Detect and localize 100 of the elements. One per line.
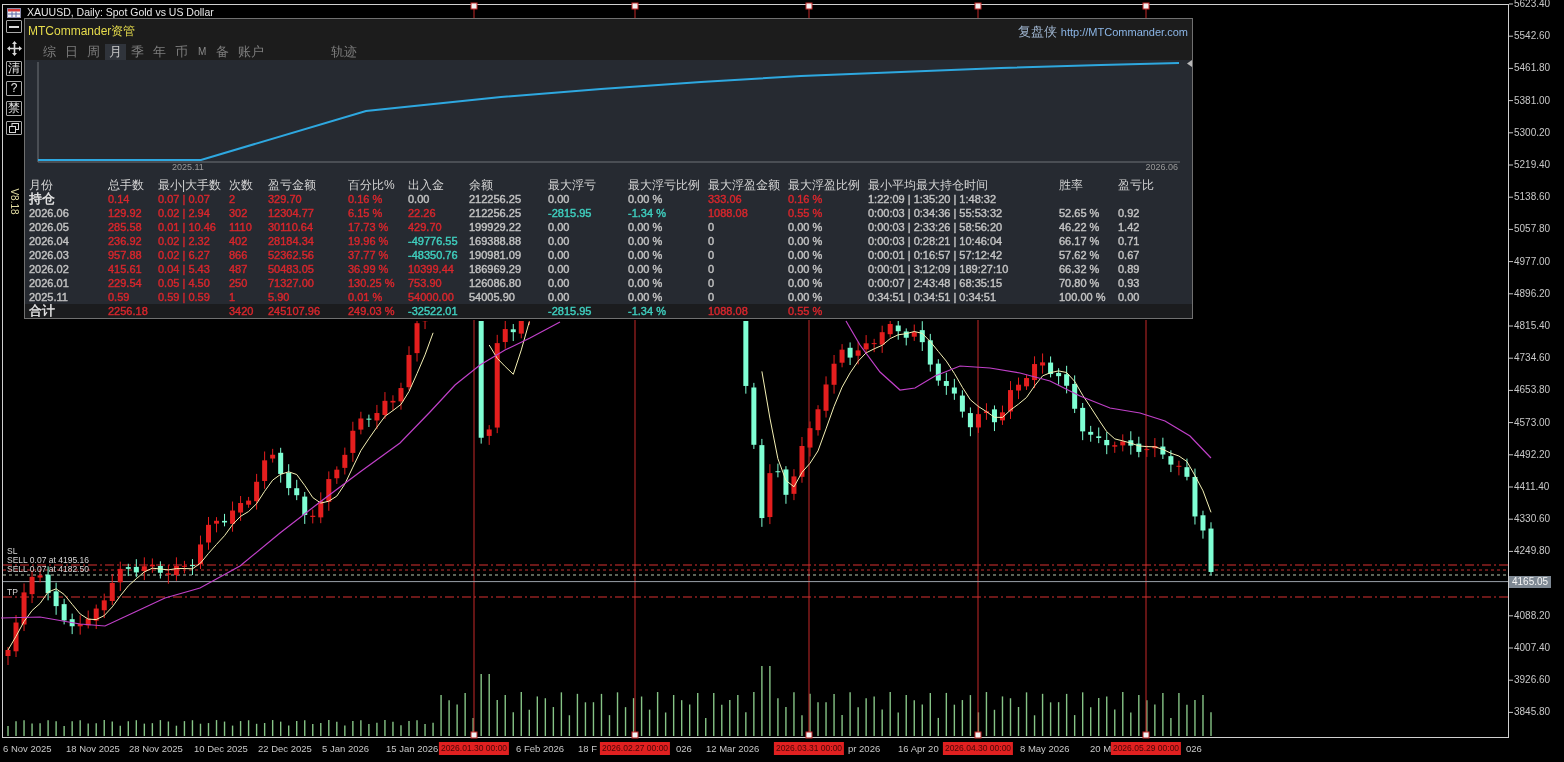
table-cell-text: 0 <box>708 276 716 290</box>
table-cell-text: 0.00 % <box>788 262 824 276</box>
table-cell-text: 0.02 | 6.27 <box>158 248 211 262</box>
table-cell-text: 1:22:09 | 1:35:20 | 1:48:32 <box>868 192 998 206</box>
table-cell-text: -1.34 % <box>628 304 667 318</box>
table-cell-text: 0:00:07 | 2:43:48 | 68:35:15 <box>868 276 1004 290</box>
date-label: 18 Nov 2025 <box>66 742 120 755</box>
table-cell-text: 36.99 % <box>348 262 390 276</box>
table-cell-text: 19.96 % <box>348 234 390 248</box>
column-header: 胜率 <box>1059 178 1084 192</box>
table-cell-text: 0.01 % <box>348 290 384 304</box>
period-tab[interactable]: 季 <box>127 44 148 60</box>
table-cell-text: 0 <box>708 290 716 304</box>
table-cell-text: 0.55 % <box>788 304 824 318</box>
table-cell-text: 0.59 | 0.59 <box>158 290 211 304</box>
move-icon[interactable] <box>6 41 22 56</box>
table-cell-text: 957.88 <box>108 248 143 262</box>
price-label: 5542.60 <box>1514 30 1551 43</box>
price-label: 4007.40 <box>1514 642 1551 654</box>
table-cell-text: 0.00 <box>408 192 431 206</box>
minimize-button[interactable] <box>6 20 22 33</box>
table-cell-text: 0.00 % <box>628 234 664 248</box>
price-label: 5057.80 <box>1514 223 1551 236</box>
table-cell-text: 2026.05 <box>29 220 70 234</box>
price-label: 5461.80 <box>1514 62 1551 75</box>
date-marker-label: 2026.02.27 00:00 <box>599 742 671 755</box>
date-label: 026 <box>676 742 692 755</box>
table-cell-text: 0.05 | 4.50 <box>158 276 211 290</box>
column-header: 最大浮盈金额 <box>708 178 781 192</box>
price-label: 4088.20 <box>1514 609 1551 622</box>
date-marker-label: 2026.04.30 00:00 <box>942 742 1014 755</box>
table-cell-text: 130.25 % <box>348 276 396 290</box>
table-cell-text: 0.55 % <box>788 206 824 220</box>
table-cell-text: 37.77 % <box>348 248 390 262</box>
table-cell-text: 54005.90 <box>469 290 516 304</box>
period-tab[interactable]: 日 <box>61 44 82 60</box>
table-cell-text: 2 <box>229 192 237 206</box>
table-cell-text: 0.00 % <box>788 220 824 234</box>
table-cell-text: 415.61 <box>108 262 143 276</box>
table-cell-text: -2815.95 <box>548 304 593 318</box>
column-header: 最小|大手数 <box>158 178 223 192</box>
table-cell-text: 0:00:03 | 0:28:21 | 10:46:04 <box>868 234 1004 248</box>
table-cell-text: 199929.22 <box>469 220 522 234</box>
column-header: 盈亏比 <box>1118 178 1155 192</box>
price-label: 3926.60 <box>1514 674 1551 687</box>
table-cell-text: 0.71 <box>1118 234 1141 248</box>
table-cell-text: 71327.00 <box>268 276 315 290</box>
table-cell-text: 0 <box>708 234 716 248</box>
table-cell-text: 229.54 <box>108 276 143 290</box>
table-cell-text: 0.00 <box>548 234 571 248</box>
table-cell-text: 2025.11 <box>29 290 69 304</box>
table-cell-text: 6.15 % <box>348 206 384 220</box>
toolbar-button[interactable]: ? <box>6 81 22 96</box>
table-cell-text: 0.67 <box>1118 248 1141 262</box>
toolbar-button[interactable]: 禁 <box>6 101 22 116</box>
period-tab[interactable]: 账户 <box>234 44 269 60</box>
table-cell-text: 17.73 % <box>348 220 390 234</box>
table-cell-text: 0.89 <box>1118 262 1141 276</box>
table-cell-text: 2026.03 <box>29 248 70 262</box>
price-label: 4977.00 <box>1514 255 1551 268</box>
table-cell-text: 249.03 % <box>348 304 396 318</box>
restore-icon <box>9 123 19 133</box>
table-cell-text: -49776.55 <box>408 234 459 248</box>
period-tab[interactable]: 综 <box>39 44 60 60</box>
chart-title: XAUUSD, Daily: Spot Gold vs US Dollar <box>27 6 214 18</box>
table-cell-text: 57.62 % <box>1059 248 1101 262</box>
table-cell-text: 46.22 % <box>1059 220 1101 234</box>
column-header: 次数 <box>229 178 254 192</box>
restore-button[interactable] <box>6 121 22 135</box>
period-tab[interactable]: 币 <box>171 44 192 60</box>
table-cell-text: 0.00 % <box>788 248 824 262</box>
version-label: V8.18 <box>8 187 20 217</box>
date-label: 10 Dec 2025 <box>194 742 248 755</box>
table-cell-text: -2815.95 <box>548 206 593 220</box>
price-label: 3845.80 <box>1514 706 1551 719</box>
table-cell-text: -1.34 % <box>628 206 667 220</box>
price-label: 5381.00 <box>1514 94 1551 107</box>
period-tab[interactable]: 月 <box>105 44 126 60</box>
column-header: 最大浮亏 <box>548 178 597 192</box>
period-tab[interactable]: 周 <box>83 44 104 60</box>
table-cell-text: 0.00 % <box>788 290 824 304</box>
column-header: 最大浮盈比例 <box>788 178 861 192</box>
current-price-label: 4165.05 <box>1509 575 1552 588</box>
table-cell-text: 0.01 | 10.46 <box>158 220 217 234</box>
table-icon <box>7 8 21 18</box>
website-link[interactable]: http://MTCommander.com <box>1060 25 1188 38</box>
table-cell-text: 0.16 % <box>788 192 824 206</box>
table-cell-text: 329.70 <box>268 192 303 206</box>
period-tab[interactable]: 轨迹 <box>327 44 362 60</box>
date-marker-label: 2026.05.29 00:00 <box>1110 742 1182 755</box>
table-cell-text: 2026.04 <box>29 234 70 248</box>
date-label: 5 Jan 2026 <box>322 742 369 755</box>
period-tab[interactable]: 年 <box>149 44 170 60</box>
table-cell-text: 0.59 <box>108 290 131 304</box>
period-tab[interactable]: 备 <box>212 44 234 60</box>
toolbar-button[interactable]: 清 <box>6 61 22 76</box>
table-cell-text: 0:00:03 | 0:34:36 | 55:53:32 <box>868 206 1004 220</box>
line-label: SL <box>7 547 18 556</box>
table-cell-text: 1088.08 <box>708 304 749 318</box>
date-marker-label: 2026.01.30 00:00 <box>438 742 510 755</box>
